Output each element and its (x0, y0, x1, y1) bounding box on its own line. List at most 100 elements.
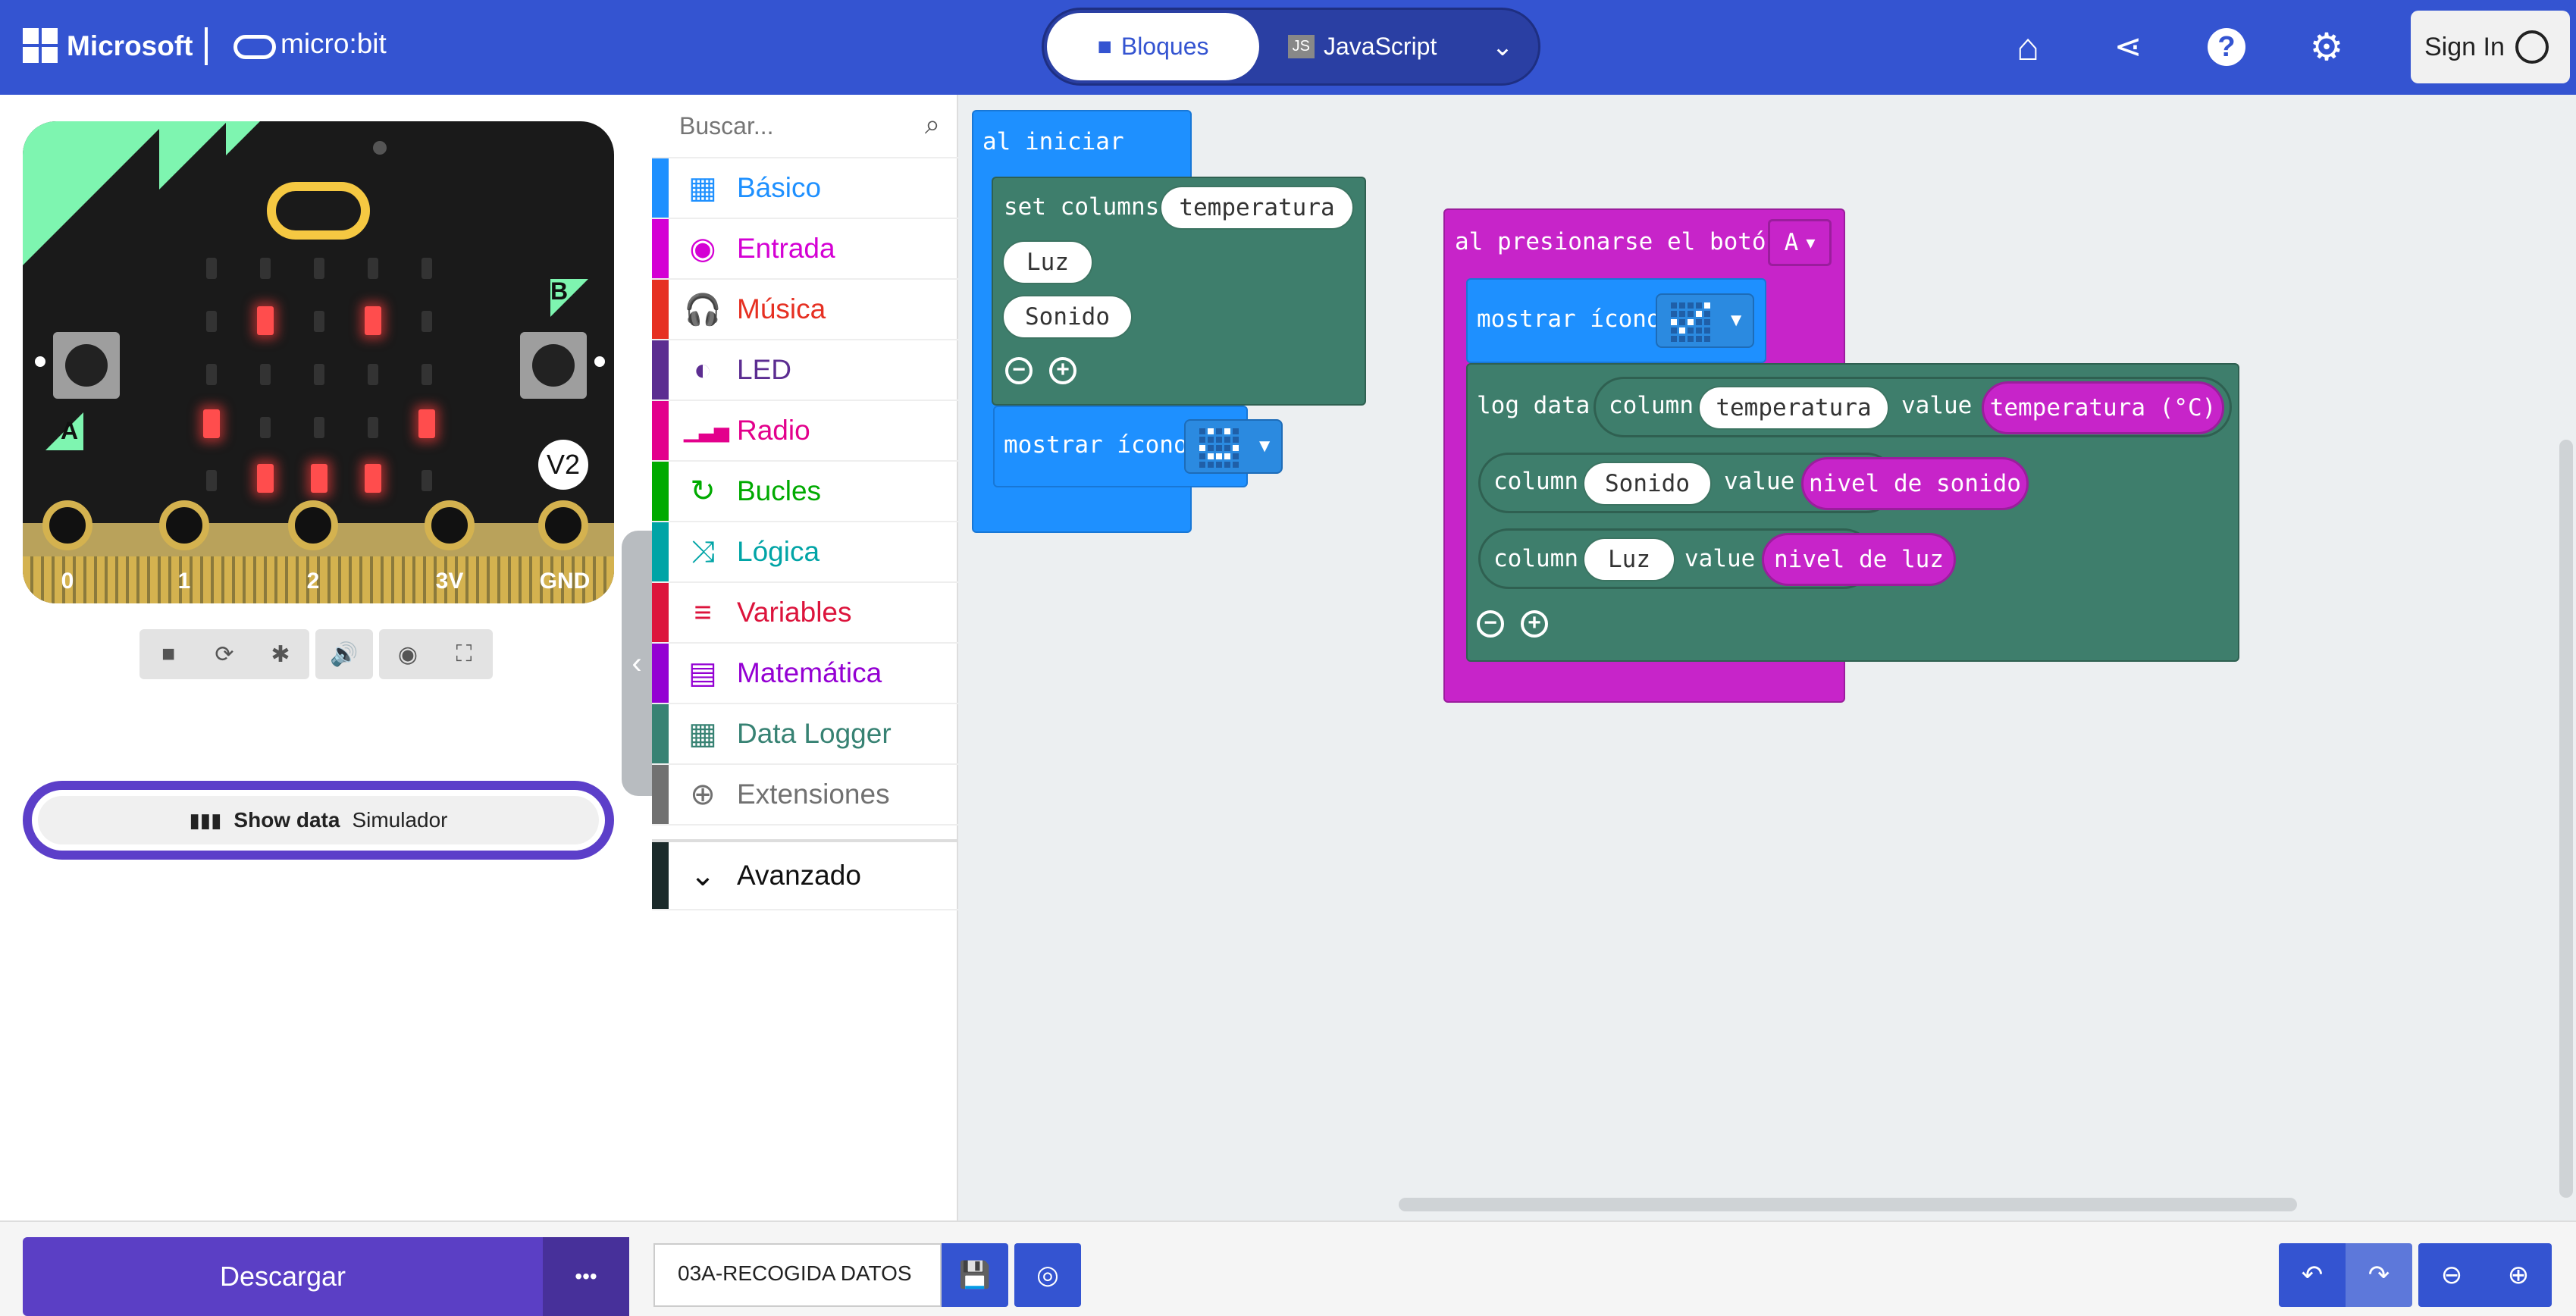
pin-label: 3V (435, 569, 464, 594)
sign-in-label: Sign In (2424, 32, 2505, 61)
signal-icon: ▁▃▅ (684, 418, 729, 442)
minus-circle-icon[interactable]: − (1005, 357, 1033, 384)
pin-3v[interactable] (425, 500, 475, 550)
category-color-bar (652, 158, 669, 218)
share-icon[interactable]: ⋖ (2094, 17, 2162, 77)
toolbox-category-variables[interactable]: ≡ Variables (652, 583, 958, 644)
show-data-button[interactable]: ▮▮▮ Show data Simulador (23, 781, 614, 860)
headphones-icon: 🎧 (684, 293, 722, 327)
blocks-workspace[interactable]: al iniciar set columns temperatura Luz S… (958, 95, 2576, 1220)
pin-label: 1 (177, 569, 191, 594)
column-name-field[interactable]: Luz (1002, 240, 1093, 284)
fullscreen-icon[interactable]: ⛶ (436, 641, 492, 667)
advanced-label: Avanzado (737, 860, 861, 891)
icon-preview (1671, 302, 1710, 342)
blocks-mode-button[interactable]: ■ Bloques (1047, 13, 1259, 80)
save-icon[interactable]: 💾 (942, 1243, 1008, 1307)
pin-label: GND (539, 569, 591, 594)
toolbox-category-extensiones[interactable]: ⊕ Extensiones (652, 765, 958, 826)
column-label: column (1493, 468, 1578, 495)
toolbox-category-entrada[interactable]: ◉ Entrada (652, 219, 958, 280)
js-file-icon: JS (1287, 35, 1315, 58)
category-label: Entrada (737, 233, 835, 264)
github-icon[interactable]: ◎ (1014, 1243, 1081, 1307)
button-a[interactable] (53, 332, 120, 399)
button-dropdown-value: A (1784, 229, 1799, 256)
set-columns-label: set columns (1004, 193, 1160, 221)
toolbox-category-básico[interactable]: ▦ Básico (652, 158, 958, 219)
plus-icon: ⊕ (690, 778, 716, 811)
category-color-bar (652, 340, 669, 400)
toolbox-category-música[interactable]: 🎧 Música (652, 280, 958, 340)
grid-icon: ▦ (688, 171, 717, 205)
category-label: LED (737, 354, 791, 385)
project-name-input[interactable]: 03A-RECOGIDA DATOS (653, 1243, 942, 1307)
microbit-board[interactable]: A B V2 0 1 2 3V GND (23, 121, 614, 603)
pin-1[interactable] (159, 500, 209, 550)
touch-logo[interactable] (267, 182, 370, 240)
toolbox-category-lógica[interactable]: ⤨ Lógica (652, 522, 958, 583)
pin-gnd[interactable] (538, 500, 588, 550)
column-name-field[interactable]: Luz (1583, 537, 1675, 581)
sound-level-reporter[interactable]: nivel de sonido (1801, 457, 2029, 510)
show-data-label: Show data (233, 808, 340, 832)
button-b[interactable] (520, 332, 587, 399)
on-start-label: al iniciar (982, 128, 1124, 155)
column-name-field[interactable]: temperatura (1160, 186, 1354, 230)
toolbox-category-led[interactable]: ◐ LED (652, 340, 958, 401)
toolbox-category-data-logger[interactable]: ▦ Data Logger (652, 704, 958, 765)
toolbox-search[interactable]: ⌕ (652, 95, 958, 158)
button-dropdown[interactable]: A ▼ (1768, 219, 1832, 266)
plus-circle-icon[interactable]: + (1049, 357, 1076, 384)
download-button[interactable]: Descargar ••• (23, 1237, 629, 1316)
collapse-simulator-button[interactable]: ‹ (622, 531, 652, 796)
zoom-in-icon[interactable]: ⊕ (2485, 1243, 2552, 1307)
settings-icon[interactable]: ⚙ (2292, 17, 2361, 77)
minus-circle-icon[interactable]: − (1477, 610, 1504, 638)
category-color-bar (652, 219, 669, 278)
column-name-field[interactable]: Sonido (1583, 462, 1712, 506)
search-input[interactable] (678, 111, 908, 141)
light-level-reporter[interactable]: nivel de luz (1762, 533, 1956, 586)
javascript-mode-button[interactable]: JS JavaScript (1271, 13, 1453, 80)
column-name-field[interactable]: Sonido (1002, 295, 1133, 339)
toolbox-category-bucles[interactable]: ↻ Bucles (652, 462, 958, 522)
corner-decoration (159, 121, 227, 190)
restart-icon[interactable]: ⟳ (196, 641, 252, 668)
sign-in-button[interactable]: Sign In (2411, 11, 2570, 83)
screenshot-icon[interactable]: ◉ (380, 641, 436, 668)
plus-circle-icon[interactable]: + (1521, 610, 1548, 638)
vertical-scrollbar[interactable] (2559, 440, 2573, 1198)
column-name-field[interactable]: temperatura (1698, 386, 1889, 430)
horizontal-scrollbar[interactable] (1399, 1198, 2297, 1211)
help-icon[interactable]: ? (2192, 17, 2261, 77)
temperature-reporter[interactable]: temperatura (°C) (1982, 381, 2224, 434)
zoom-out-icon[interactable]: ⊖ (2418, 1243, 2485, 1307)
column-label: column (1609, 392, 1694, 419)
home-icon[interactable]: ⌂ (1994, 17, 2062, 77)
product-name: micro:bit (280, 28, 387, 59)
debug-icon[interactable]: ✱ (252, 641, 309, 668)
shuffle-icon: ⤨ (691, 534, 715, 569)
refresh-icon: ↻ (690, 475, 716, 508)
undo-icon[interactable]: ↶ (2279, 1243, 2346, 1307)
sound-icon[interactable]: 🔊 (315, 629, 373, 679)
category-label: Radio (737, 415, 810, 446)
search-icon[interactable]: ⌕ (925, 108, 940, 141)
footer-bar: Descargar ••• 03A-RECOGIDA DATOS 💾 ◎ ↶ ↷… (0, 1220, 2576, 1316)
redo-icon[interactable]: ↷ (2346, 1243, 2412, 1307)
pin-2[interactable] (288, 500, 338, 550)
category-label: Lógica (737, 536, 820, 567)
toolbox-category-radio[interactable]: ▁▃▅ Radio (652, 401, 958, 462)
toolbox: ⌕ ▦ Básico ◉ Entrada 🎧 Música ◐ LED ▁▃▅ Radio ↻ Buc… (652, 95, 958, 1220)
more-options-button[interactable]: ••• (543, 1237, 629, 1316)
toggle-icon: ◐ (693, 352, 713, 387)
category-label: Bucles (737, 475, 822, 506)
chevron-down-icon[interactable]: ⌄ (1468, 13, 1537, 80)
stop-icon[interactable]: ■ (140, 641, 196, 667)
header-divider (205, 27, 208, 65)
led-on (311, 464, 327, 493)
pin-0[interactable] (42, 500, 92, 550)
toolbox-advanced[interactable]: ⌄ Avanzado (652, 839, 958, 910)
toolbox-category-matemática[interactable]: ▤ Matemática (652, 644, 958, 704)
